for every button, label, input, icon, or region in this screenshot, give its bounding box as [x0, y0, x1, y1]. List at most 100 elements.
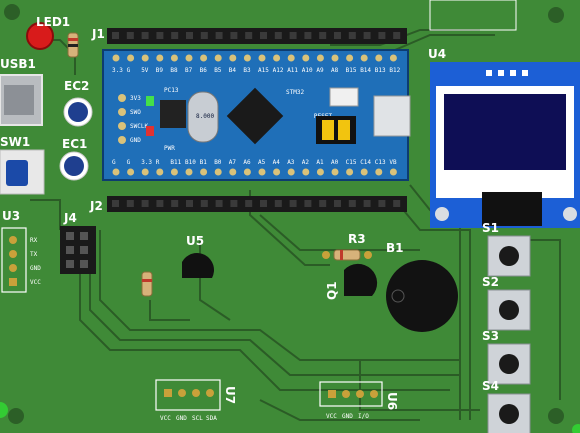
j2pins-pin: [260, 200, 267, 207]
mcu-pad: [331, 54, 339, 62]
j1pins-pin: [141, 32, 149, 39]
j2pins-pin: [230, 200, 238, 207]
mcu-pin-label: VB: [389, 159, 397, 166]
b1-label: B1: [386, 241, 404, 255]
svg-text:STM32: STM32: [286, 89, 304, 96]
mcu-pad: [258, 168, 266, 176]
mcu-pad: [127, 168, 135, 176]
j2pins-pin: [304, 200, 312, 207]
j1pins-pin: [378, 32, 386, 39]
mcu-pad: [316, 54, 324, 62]
mcu-pad: [214, 168, 222, 176]
svg-text:PWR: PWR: [164, 145, 175, 152]
r3-label: R3: [348, 232, 366, 246]
mcu-pad: [375, 168, 383, 176]
j1pins-pin: [348, 32, 356, 39]
mcu-pad: [316, 168, 324, 176]
mcu-pin-label: B8: [170, 67, 178, 74]
mcu-pin-label: B0: [214, 159, 222, 166]
j2-header: [107, 196, 407, 212]
j2-label: J2: [89, 199, 103, 213]
button-cap-icon: [499, 354, 519, 374]
j2pins-pin: [156, 200, 164, 207]
mcu-pad: [200, 168, 208, 176]
svg-text:8.000: 8.000: [196, 113, 214, 120]
mcu-pin-label: B3: [243, 67, 251, 74]
j1pins-pin: [304, 32, 312, 39]
svg-text:SDA: SDA: [206, 415, 217, 422]
mcu-pin-label: A8: [331, 67, 339, 74]
mcu-pin-label: G: [127, 67, 131, 74]
j2pins-pin: [186, 200, 193, 207]
buzzer-icon: [386, 260, 458, 332]
regulator-chip: [160, 100, 186, 128]
mcu-pad: [287, 168, 295, 176]
mcu-pad: [375, 54, 383, 62]
mcu-pad: [141, 54, 149, 62]
mcu-pad: [170, 54, 178, 62]
mcu-pin-label: B1: [200, 159, 208, 166]
j2pins-pin: [112, 200, 119, 207]
svg-text:PC13: PC13: [164, 87, 179, 94]
j2pins-pin: [378, 200, 386, 207]
mcu-pad: [185, 168, 193, 176]
mcu-pad: [287, 54, 295, 62]
button-cap-icon: [499, 300, 519, 320]
mcu-pad: [200, 54, 208, 62]
svg-text:SWCLK: SWCLK: [130, 123, 148, 130]
mcu-pin-label: B14: [360, 67, 371, 74]
mcu-pin-label: A1: [316, 159, 324, 166]
mcu-pad: [214, 54, 222, 62]
svg-text:SWO: SWO: [130, 109, 141, 116]
mcu-pin-label: A2: [302, 159, 310, 166]
mcu-pin-label: A12: [273, 67, 284, 74]
mcu-pin-label: B6: [200, 67, 208, 74]
s1-label: S1: [482, 221, 499, 235]
svg-text:GND: GND: [342, 413, 353, 420]
mcu-pad: [229, 168, 237, 176]
j1pins-pin: [393, 32, 401, 39]
mcu-pin-label: A5: [258, 159, 266, 166]
mcu-pad: [346, 168, 354, 176]
mcu-pin-label: A0: [331, 159, 339, 166]
pcb-view: LED1 USB1 EC2 SW1 EC1 U3 RX TX GND VCC J…: [0, 0, 580, 433]
mcu-pad: [360, 168, 368, 176]
mcu-pad: [156, 54, 164, 62]
j2pins-pin: [393, 200, 401, 207]
mcu-pad: [243, 168, 251, 176]
switch-knob-icon: [6, 160, 28, 186]
svg-text:I/O: I/O: [358, 413, 369, 420]
s3-label: S3: [482, 329, 499, 343]
mcu-pin-label: B15: [346, 67, 357, 74]
j1pins-pin: [230, 32, 238, 39]
j1pins-pin: [289, 32, 297, 39]
mcu-pad: [185, 54, 193, 62]
j2pins-pin: [363, 200, 371, 207]
mcu-pin-label: A6: [243, 159, 251, 166]
u6-label: U6: [385, 392, 399, 410]
resistor-r3-icon: [333, 249, 361, 261]
mcu-pad: [273, 54, 281, 62]
j1pins-pin: [260, 32, 267, 39]
mcu-pad: [170, 168, 178, 176]
svg-text:TX: TX: [30, 251, 38, 258]
reset-button[interactable]: [329, 87, 359, 107]
mcu-pad: [389, 168, 397, 176]
mcu-pad: [112, 54, 120, 62]
svg-text:GND: GND: [30, 265, 41, 272]
mcu-pin-label: C15: [346, 159, 357, 166]
led-pc13-icon: [146, 96, 154, 106]
svg-text:3V3: 3V3: [130, 95, 141, 102]
j2pins-pin: [348, 200, 356, 207]
mcu-pin-label: B9: [156, 67, 164, 74]
mcu-pad: [273, 168, 281, 176]
u4-label: U4: [428, 47, 446, 61]
mcu-pad: [302, 54, 310, 62]
j1pins-pin: [363, 32, 371, 39]
j2pins-pin: [200, 200, 208, 207]
j2pins-pin: [289, 200, 297, 207]
mount-hole-tl: [4, 4, 20, 20]
ec2-label: EC2: [64, 79, 89, 93]
j1pins-pin: [215, 32, 223, 39]
svg-text:GND: GND: [130, 137, 141, 144]
